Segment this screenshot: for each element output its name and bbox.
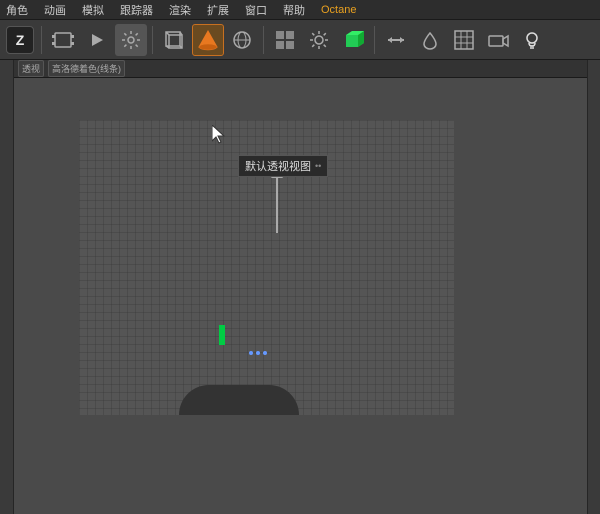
menu-item-tracker[interactable]: 跟踪器 — [118, 2, 155, 18]
sphere-icon — [231, 29, 253, 51]
cone-button[interactable] — [192, 24, 224, 56]
left-panel — [0, 60, 14, 514]
cube-outline-icon — [163, 29, 185, 51]
cursor-svg — [212, 125, 228, 145]
arrow-indicator — [271, 168, 283, 233]
gear-detail-button[interactable] — [303, 24, 335, 56]
cubes-button[interactable] — [269, 24, 301, 56]
vp-gouraud-label[interactable]: 高洛德着色(线条) — [48, 60, 125, 77]
menu-item-octane[interactable]: Octane — [319, 4, 358, 16]
menu-item-simulate[interactable]: 模拟 — [80, 2, 106, 18]
menu-item-role[interactable]: 角色 — [4, 2, 30, 18]
tooltip-icon: •• — [315, 161, 321, 171]
undo-button[interactable]: Z — [4, 24, 36, 56]
scene-dots-blue — [249, 351, 267, 355]
settings-icon — [121, 30, 141, 50]
grid-icon — [453, 29, 475, 51]
menu-item-render[interactable]: 渲染 — [167, 2, 193, 18]
green-cube-icon — [342, 29, 364, 51]
toolbar: Z — [0, 20, 600, 60]
right-panel — [587, 60, 600, 514]
cube-outline-button[interactable] — [158, 24, 190, 56]
move-button[interactable] — [380, 24, 412, 56]
move-icon — [385, 29, 407, 51]
camera-button[interactable] — [482, 24, 514, 56]
menu-bar: 角色 动画 模拟 跟踪器 渲染 扩展 窗口 帮助 Octane — [0, 0, 600, 20]
vp-perspective-label[interactable]: 透视 — [18, 60, 44, 77]
viewport[interactable]: 透视 高洛德着色(线条) 默认透视视图 •• — [14, 60, 587, 514]
grid-button[interactable] — [448, 24, 480, 56]
settings-button[interactable] — [115, 24, 147, 56]
blue-dot-2 — [256, 351, 260, 355]
cubes-icon — [274, 29, 296, 51]
cone-icon — [197, 29, 219, 51]
blue-dot-1 — [249, 351, 253, 355]
blue-dot-3 — [263, 351, 267, 355]
timeline-button[interactable] — [47, 24, 79, 56]
paint-icon — [419, 29, 441, 51]
menu-item-window[interactable]: 窗口 — [243, 2, 269, 18]
main-area: 透视 高洛德着色(线条) 默认透视视图 •• — [0, 60, 600, 514]
play-button[interactable] — [81, 24, 113, 56]
separator-3 — [263, 26, 264, 54]
undo-z-icon: Z — [6, 26, 34, 54]
menu-item-help[interactable]: 帮助 — [281, 2, 307, 18]
cursor-indicator — [212, 125, 228, 141]
separator-1 — [41, 26, 42, 54]
gear-detail-icon — [308, 29, 330, 51]
arrow-line — [276, 178, 278, 233]
menu-item-animation[interactable]: 动画 — [42, 2, 68, 18]
paint-button[interactable] — [414, 24, 446, 56]
tooltip-text: 默认透视视图 — [245, 158, 311, 174]
separator-4 — [374, 26, 375, 54]
separator-2 — [152, 26, 153, 54]
light-icon — [521, 29, 543, 51]
light-button[interactable] — [516, 24, 548, 56]
viewport-tooltip: 默认透视视图 •• — [238, 155, 328, 177]
film-icon — [52, 31, 74, 49]
green-cube-button[interactable] — [337, 24, 369, 56]
scene-silhouette — [179, 385, 299, 415]
viewport-header: 透视 高洛德着色(线条) — [14, 60, 587, 78]
menu-item-extend[interactable]: 扩展 — [205, 2, 231, 18]
scene-object-green — [219, 325, 225, 345]
play-icon — [88, 31, 106, 49]
camera-icon — [487, 29, 509, 51]
sphere-button[interactable] — [226, 24, 258, 56]
